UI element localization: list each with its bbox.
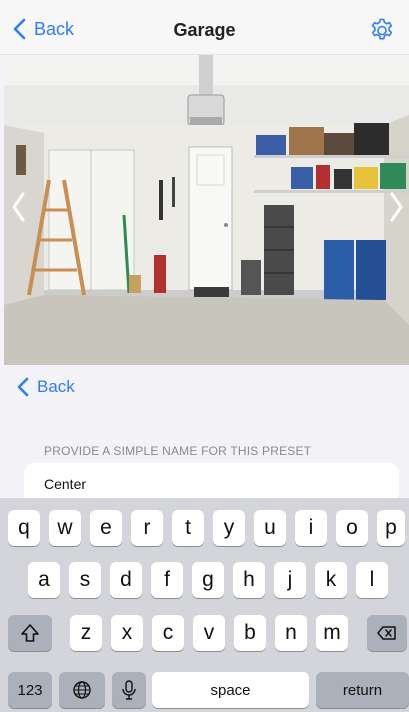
- sheet-back-label: Back: [37, 377, 75, 396]
- key-b[interactable]: b: [234, 615, 266, 651]
- chevron-right-icon[interactable]: [389, 191, 405, 223]
- garage-image: [4, 55, 409, 365]
- section-header: PROVIDE A SIMPLE NAME FOR THIS PRESET: [44, 444, 312, 458]
- key-w[interactable]: w: [49, 510, 81, 546]
- sheet-back-button[interactable]: Back: [16, 377, 75, 397]
- delete-key[interactable]: [367, 615, 407, 651]
- camera-feed[interactable]: [4, 55, 409, 365]
- key-y[interactable]: y: [213, 510, 245, 546]
- key-q[interactable]: q: [8, 510, 40, 546]
- key-g[interactable]: g: [192, 562, 224, 598]
- key-t[interactable]: t: [172, 510, 204, 546]
- return-key[interactable]: return: [316, 672, 409, 708]
- shift-icon: [21, 624, 39, 642]
- key-i[interactable]: i: [295, 510, 327, 546]
- key-f[interactable]: f: [151, 562, 183, 598]
- space-key[interactable]: space: [152, 672, 309, 708]
- nav-bar: Back Garage: [0, 0, 409, 55]
- chevron-left-icon[interactable]: [10, 191, 26, 223]
- key-x[interactable]: x: [111, 615, 143, 651]
- mic-key[interactable]: [112, 672, 146, 708]
- gear-icon[interactable]: [369, 17, 395, 43]
- numbers-key[interactable]: 123: [8, 672, 52, 708]
- key-v[interactable]: v: [193, 615, 225, 651]
- key-u[interactable]: u: [254, 510, 286, 546]
- key-j[interactable]: j: [274, 562, 306, 598]
- key-r[interactable]: r: [131, 510, 163, 546]
- key-d[interactable]: d: [110, 562, 142, 598]
- key-k[interactable]: k: [315, 562, 347, 598]
- key-o[interactable]: o: [336, 510, 368, 546]
- keyboard: q w e r t y u i o p a s d f g h j k l z …: [0, 498, 409, 712]
- shift-key[interactable]: [8, 615, 52, 651]
- globe-key[interactable]: [59, 672, 105, 708]
- key-z[interactable]: z: [70, 615, 102, 651]
- preset-name-field[interactable]: Center: [24, 463, 399, 503]
- page-title: Garage: [173, 20, 236, 40]
- key-h[interactable]: h: [233, 562, 265, 598]
- microphone-icon: [122, 680, 136, 700]
- key-c[interactable]: c: [152, 615, 184, 651]
- key-p[interactable]: p: [377, 510, 405, 546]
- globe-icon: [73, 681, 91, 699]
- key-l[interactable]: l: [356, 562, 388, 598]
- key-a[interactable]: a: [28, 562, 60, 598]
- key-m[interactable]: m: [316, 615, 348, 651]
- delete-icon: [377, 626, 396, 640]
- key-s[interactable]: s: [69, 562, 101, 598]
- chevron-left-icon: [17, 377, 29, 397]
- key-n[interactable]: n: [275, 615, 307, 651]
- key-e[interactable]: e: [90, 510, 122, 546]
